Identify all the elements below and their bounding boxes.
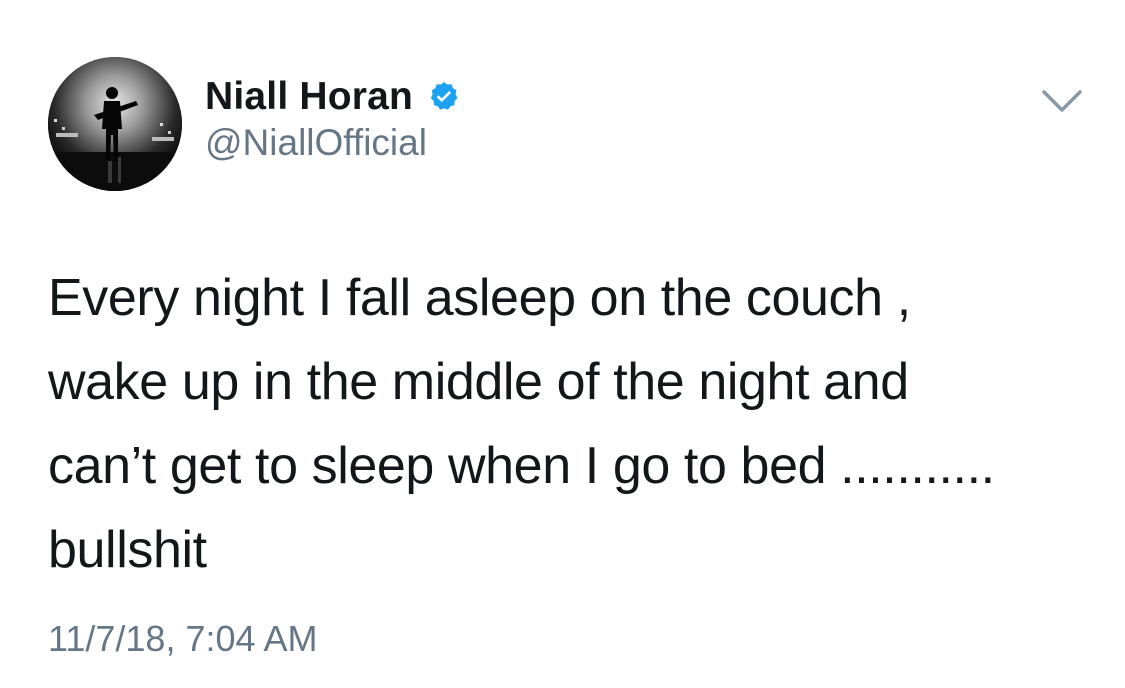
tweet-text-line: can’t get to sleep when I go to bed ....…	[48, 437, 995, 495]
tweet-timestamp[interactable]: 11/7/18, 7:04 AM	[48, 618, 318, 660]
author-handle[interactable]: @NiallOfficial	[205, 122, 427, 164]
chevron-down-icon[interactable]	[1040, 86, 1084, 116]
tweet-text-line: bullshit	[48, 521, 207, 579]
tweet-text-line: Every night I fall asleep on the couch ,	[48, 269, 911, 327]
author-name-row: Niall Horan	[205, 74, 461, 120]
tweet-text: Every night I fall asleep on the couch ,…	[48, 256, 1088, 592]
tweet-card: Niall Horan @NiallOfficial Every night I…	[0, 0, 1125, 688]
tweet-text-line: wake up in the middle of the night and	[48, 353, 909, 411]
verified-badge-icon	[427, 80, 461, 114]
avatar-image	[48, 57, 182, 191]
avatar[interactable]	[48, 57, 182, 191]
author-display-name[interactable]: Niall Horan	[205, 75, 413, 119]
